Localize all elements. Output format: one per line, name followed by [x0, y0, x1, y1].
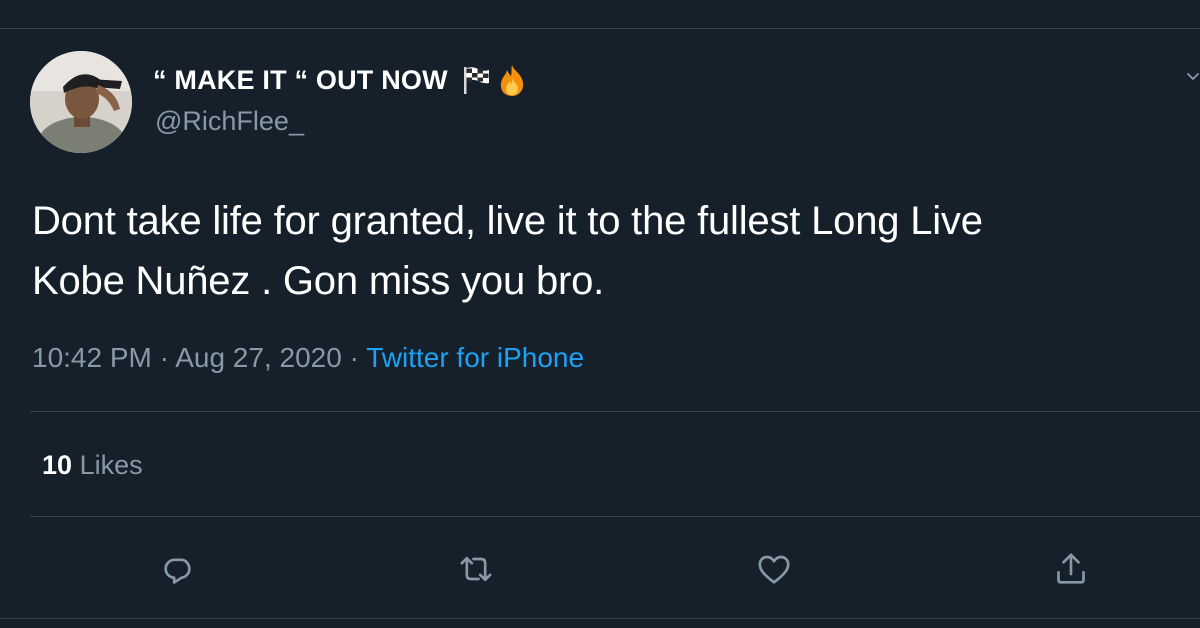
tweet-meta: 10:42 PM · Aug 27, 2020 · Twitter for iP… — [32, 342, 584, 374]
checkered-flag-icon — [463, 67, 489, 94]
meta-separator: · — [349, 342, 359, 373]
share-button[interactable] — [1050, 548, 1092, 590]
share-icon — [1057, 553, 1085, 584]
likes-count: 10 — [42, 450, 73, 480]
reply-button[interactable] — [157, 548, 199, 590]
like-button[interactable] — [753, 548, 795, 590]
divider — [30, 516, 1200, 517]
avatar[interactable] — [30, 51, 132, 153]
display-name[interactable]: “ MAKE IT “ OUT NOW — [153, 65, 448, 96]
reply-icon — [164, 558, 191, 584]
tweet-source-link[interactable]: Twitter for iPhone — [366, 342, 584, 373]
likes-stat[interactable]: 10 Likes — [42, 450, 143, 481]
retweet-icon — [460, 556, 492, 582]
retweet-button[interactable] — [455, 548, 497, 590]
tweet-time[interactable]: 10:42 PM — [32, 342, 152, 373]
divider — [30, 411, 1200, 412]
display-name-row: “ MAKE IT “ OUT NOW — [153, 60, 528, 100]
tweet-card: “ MAKE IT “ OUT NOW @RichFlee_ Dont take… — [0, 0, 1200, 628]
chevron-down-icon[interactable] — [1186, 70, 1200, 84]
top-divider — [0, 28, 1200, 29]
likes-label: Likes — [79, 450, 143, 480]
heart-icon — [758, 555, 790, 584]
tweet-date[interactable]: Aug 27, 2020 — [175, 342, 342, 373]
tweet-text-line-2: Kobe Nuñez . Gon miss you bro. — [32, 259, 605, 303]
tweet-text: Dont take life for granted, live it to t… — [32, 191, 1182, 311]
name-emojis — [460, 63, 528, 97]
fire-icon — [500, 65, 523, 96]
bottom-divider — [0, 618, 1200, 619]
tweet-text-line-1: Dont take life for granted, live it to t… — [32, 199, 983, 243]
meta-separator: · — [159, 342, 169, 373]
user-handle[interactable]: @RichFlee_ — [155, 106, 304, 137]
